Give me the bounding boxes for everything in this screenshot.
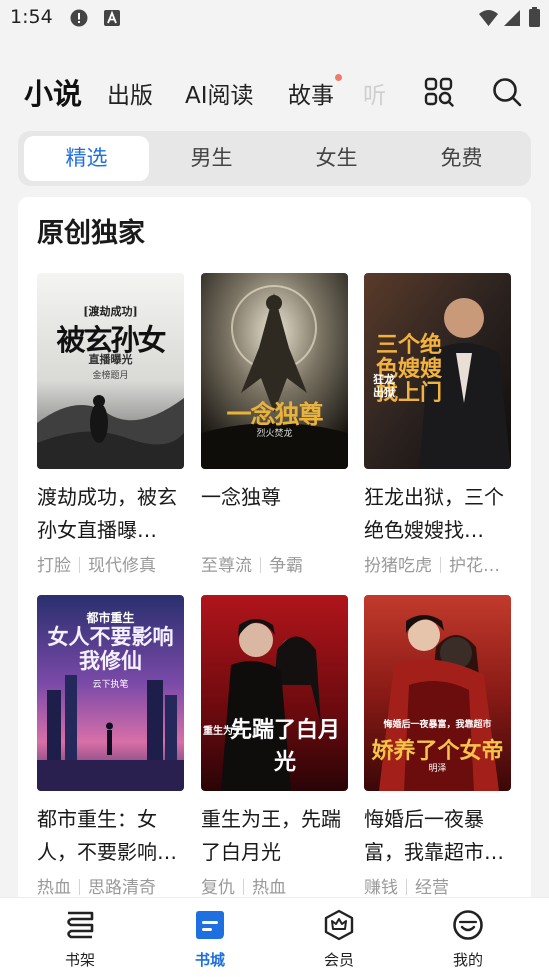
original-exclusive-section: 原创独家 [渡劫成功] 被玄孙女 直播曝光 金榜题月 渡劫成功，被玄孙女直播曝…	[18, 197, 531, 897]
book-cover[interactable]: 悔婚后一夜暴富，我靠超市 娇养了个女帝 明泽	[364, 595, 511, 791]
signal-icon	[504, 10, 520, 26]
tab-bookshelf[interactable]: 书架	[35, 908, 125, 970]
tab-label: 书城	[194, 951, 225, 969]
search-icon[interactable]	[491, 76, 523, 108]
book-cover[interactable]: [渡劫成功] 被玄孙女 直播曝光 金榜题月	[37, 273, 184, 469]
segment-featured[interactable]: 精选	[24, 136, 149, 181]
tab-bookstore[interactable]: 书城	[165, 908, 255, 970]
book-tags: 至尊流 争霸	[201, 556, 303, 576]
section-title: 原创独家	[37, 218, 145, 249]
book-cover[interactable]: 一念独尊 烈火焚龙	[201, 273, 348, 469]
cover-subtitle: 重生为王	[203, 726, 243, 737]
book-cover[interactable]: 都市重生 女人不要影响我修仙 云下执笔	[37, 595, 184, 791]
cover-author: 云下执笔	[92, 680, 129, 690]
battery-icon	[529, 7, 540, 27]
book-card[interactable]: 一念独尊 烈火焚龙 一念独尊 至尊流 争霸	[201, 273, 349, 576]
status-bar: 1:54	[0, 0, 549, 40]
book-tags: 复仇 热血	[201, 878, 286, 897]
book-tags: 打脸 现代修真	[37, 556, 156, 576]
cover-author: 明泽	[428, 764, 447, 774]
tab-profile[interactable]: 我的	[423, 908, 513, 970]
book-tags: 赚钱 经营	[364, 878, 449, 897]
segment-male[interactable]: 男生	[149, 136, 274, 181]
book-title[interactable]: 重生为王，先踹了白月光	[201, 803, 349, 869]
nav-tab-story[interactable]: 故事	[288, 76, 334, 110]
book-title[interactable]: 悔婚后一夜暴富，我靠超市…	[364, 803, 512, 869]
channel-segment: 精选 男生 女生 免费	[18, 131, 531, 186]
nav-tab-publish[interactable]: 出版	[107, 76, 153, 110]
vip-crown-icon	[324, 909, 354, 941]
book-card[interactable]: 悔婚后一夜暴富，我靠超市 娇养了个女帝 明泽 悔婚后一夜暴富，我靠超市… 赚钱经…	[364, 595, 512, 897]
book-cover[interactable]: 三个绝色嫂嫂找上门 狂龙出狱	[364, 273, 511, 469]
wifi-icon	[479, 10, 498, 26]
cover-author: 金榜题月	[92, 371, 129, 381]
tab-label: 我的	[452, 951, 483, 969]
profile-smile-icon	[453, 910, 483, 940]
cover-subtitle: 直播曝光	[88, 353, 133, 366]
category-icon[interactable]	[423, 76, 455, 108]
tab-label: 会员	[323, 951, 354, 969]
segment-female[interactable]: 女生	[274, 136, 399, 181]
segment-free[interactable]: 免费	[399, 136, 524, 181]
bottom-tab-bar: 书架 书城 会员 我的	[0, 897, 549, 977]
bookshelf-icon	[67, 911, 94, 939]
tab-vip[interactable]: 会员	[294, 908, 384, 970]
book-tags: 热血 思路清奇	[37, 878, 156, 897]
new-badge-dot	[335, 74, 342, 81]
tab-label: 书架	[64, 951, 95, 969]
book-card[interactable]: 先踹了白月光 重生为王 重生为王，先踹了白月光 复仇 热血	[201, 595, 349, 897]
status-time: 1:54	[10, 6, 53, 28]
book-title[interactable]: 渡劫成功，被玄孙女直播曝…	[37, 481, 185, 547]
nav-tab-ai-reading[interactable]: AI阅读	[185, 76, 254, 110]
book-cover[interactable]: 先踹了白月光 重生为王	[201, 595, 348, 791]
book-title[interactable]: 一念独尊	[201, 481, 349, 547]
cover-author: 烈火焚龙	[256, 429, 293, 439]
font-a-icon	[104, 10, 120, 26]
cover-subtitle: 狂龙出狱	[373, 373, 395, 399]
book-card[interactable]: 都市重生 女人不要影响我修仙 云下执笔 都市重生：女人，不要影响… 热血 思路清奇	[37, 595, 185, 897]
bookstore-icon	[196, 911, 224, 939]
book-title[interactable]: 都市重生：女人，不要影响…	[37, 803, 185, 869]
cover-subtitle: 悔婚后一夜暴富，我靠超市	[383, 720, 492, 730]
book-tags: 扮猪吃虎 护花…	[364, 556, 500, 576]
book-card[interactable]: [渡劫成功] 被玄孙女 直播曝光 金榜题月 渡劫成功，被玄孙女直播曝… 打脸 现代…	[37, 273, 185, 576]
alert-icon	[70, 9, 88, 27]
nav-tab-novel[interactable]: 小说	[24, 71, 82, 113]
top-category-nav: 小说 出版 AI阅读 故事 听	[0, 68, 549, 118]
nav-tab-listen[interactable]: 听	[363, 76, 386, 110]
book-card[interactable]: 三个绝色嫂嫂找上门 狂龙出狱 狂龙出狱，三个绝色嫂嫂找… 扮猪吃虎 护花…	[364, 273, 512, 576]
cover-title: 女人不要影响我修仙	[47, 624, 174, 673]
book-title[interactable]: 狂龙出狱，三个绝色嫂嫂找…	[364, 481, 512, 547]
cover-title: 先踹了白月光	[229, 717, 340, 775]
